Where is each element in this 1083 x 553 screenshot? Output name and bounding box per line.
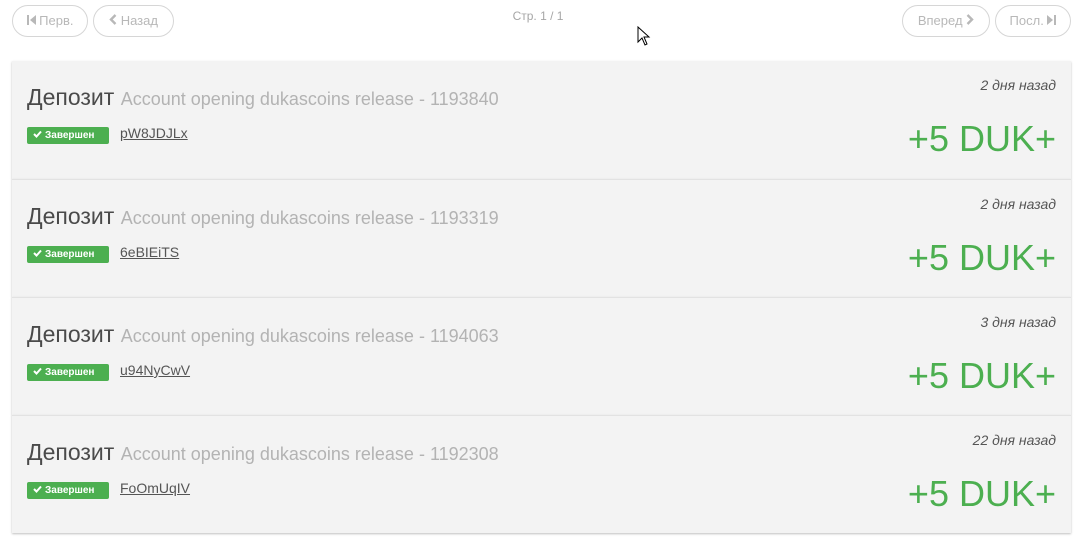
previous-page-label: Назад [120,13,158,28]
skip-forward-icon [1047,6,1057,36]
transaction-amount: +5 DUK+ [907,118,1056,159]
transaction-card: Депозит Account opening dukascoins relea… [12,297,1071,415]
next-page-button[interactable]: Вперед [902,5,990,37]
next-page-label: Вперед [917,13,963,28]
chevron-left-icon [109,6,117,36]
check-icon [33,131,42,139]
status-badge: Завершен [27,127,109,144]
first-page-button[interactable]: Перв. [12,5,88,37]
transaction-code-link[interactable]: pW8JDJLx [120,125,188,141]
check-icon [33,368,42,376]
transaction-description: Account opening dukascoins release - 119… [120,208,499,228]
transaction-time: 2 дня назад [980,77,1056,93]
status-badge: Завершен [27,482,109,499]
transaction-code-link[interactable]: FoOmUqIV [120,480,190,496]
transaction-title: Депозит Account opening dukascoins relea… [27,84,499,111]
transaction-amount: +5 DUK+ [907,473,1056,514]
status-badge: Завершен [27,364,109,381]
transaction-amount: +5 DUK+ [907,237,1056,278]
transaction-type: Депозит [27,321,115,347]
transaction-card: Депозит Account opening dukascoins relea… [12,61,1071,179]
status-badge: Завершен [27,246,109,263]
transaction-amount: +5 DUK+ [907,355,1056,396]
status-label: Завершен [45,485,95,496]
transaction-time: 22 дня назад [972,432,1056,448]
transaction-type: Депозит [27,439,115,465]
transaction-time: 3 дня назад [980,314,1056,330]
status-label: Завершен [45,249,95,260]
check-icon [33,250,42,258]
transaction-type: Депозит [27,203,115,229]
transaction-title: Депозит Account opening dukascoins relea… [27,439,499,466]
transaction-list: Депозит Account opening dukascoins relea… [12,61,1071,533]
status-label: Завершен [45,367,95,378]
previous-page-button[interactable]: Назад [93,5,174,37]
last-page-button[interactable]: Посл. [995,5,1071,37]
mouse-cursor-icon [637,25,651,51]
skip-back-icon [26,6,36,36]
transaction-code-link[interactable]: u94NyCwV [120,362,190,378]
transaction-code-link[interactable]: 6eBIEiTS [120,244,179,260]
transaction-card: Депозит Account opening dukascoins relea… [12,415,1071,533]
page-indicator: Стр. 1 / 1 [512,9,564,23]
transaction-description: Account opening dukascoins release - 119… [120,444,499,464]
check-icon [33,486,42,494]
transaction-title: Депозит Account opening dukascoins relea… [27,203,499,230]
first-page-label: Перв. [39,13,74,28]
chevron-right-icon [966,6,974,36]
transaction-description: Account opening dukascoins release - 119… [120,89,499,109]
transaction-type: Депозит [27,84,115,110]
transaction-title: Депозит Account opening dukascoins relea… [27,321,499,348]
pagination-bar: Перв. Назад Стр. 1 / 1 Вперед Посл. [0,0,1083,44]
transaction-card: Депозит Account opening dukascoins relea… [12,179,1071,297]
last-page-label: Посл. [1009,13,1044,28]
status-label: Завершен [45,130,95,141]
transaction-time: 2 дня назад [980,196,1056,212]
transaction-description: Account opening dukascoins release - 119… [120,326,499,346]
